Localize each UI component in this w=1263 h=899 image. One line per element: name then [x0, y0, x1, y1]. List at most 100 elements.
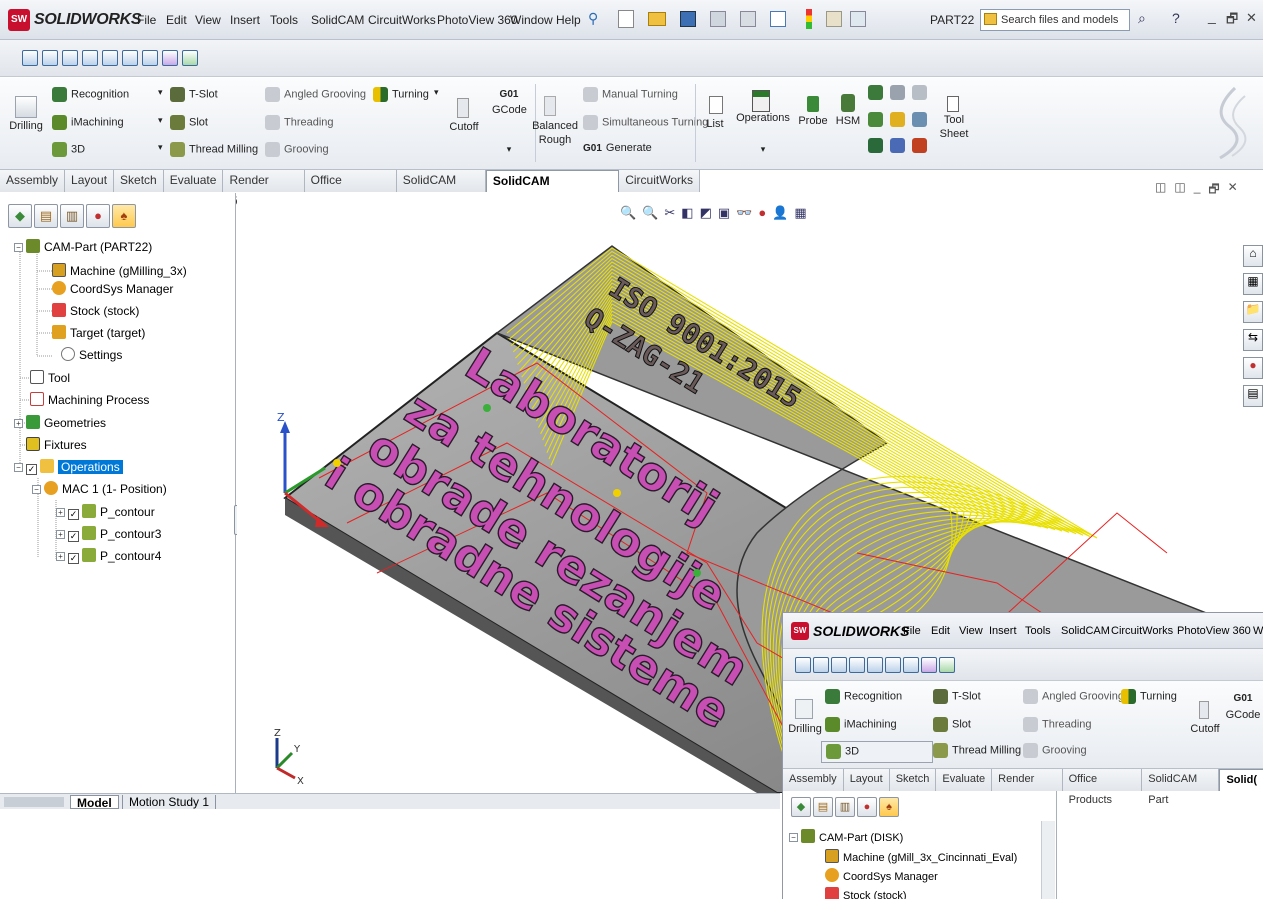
inset-recognition-button[interactable]: Recognition: [825, 689, 902, 704]
library-icon[interactable]: ▦: [1243, 273, 1263, 295]
toolbar-icon-8[interactable]: [162, 50, 178, 66]
tab-circuitworks[interactable]: CircuitWorks: [619, 170, 700, 192]
tab-scroll-arrows-icon[interactable]: [4, 797, 64, 807]
print-icon[interactable]: [710, 11, 726, 27]
toolbar-icon-7[interactable]: [142, 50, 158, 66]
drilling-icon[interactable]: [15, 96, 37, 118]
select-arrow-icon[interactable]: [770, 11, 786, 27]
inset-tree-root[interactable]: − CAM-Part (DISK): [789, 829, 903, 847]
options-icon[interactable]: [826, 11, 842, 27]
property-manager-tab-icon[interactable]: ▤: [813, 797, 833, 817]
op-icon-f[interactable]: [912, 112, 927, 127]
customize-icon[interactable]: [850, 11, 866, 27]
toolbar-icon-9[interactable]: [182, 50, 198, 66]
solidcam-tab-icon[interactable]: ♠: [112, 204, 136, 228]
manual-turning-button[interactable]: Manual Turning: [583, 87, 678, 102]
inset-menu-circuitworks[interactable]: CircuitWorks: [1111, 625, 1173, 637]
op-icon-b[interactable]: [890, 85, 905, 100]
tool-label[interactable]: Tool: [934, 114, 974, 126]
inset-tab-layout[interactable]: Layout: [843, 769, 890, 791]
menu-solidcam[interactable]: SolidCAM: [311, 13, 364, 27]
help-icon[interactable]: ?: [1172, 10, 1180, 26]
expand-icon[interactable]: +: [56, 552, 65, 561]
3d-button[interactable]: 3D: [52, 142, 85, 157]
inset-toolbar-icon[interactable]: [903, 657, 919, 673]
collapse-icon[interactable]: −: [32, 485, 41, 494]
inset-toolbar-icon[interactable]: [795, 657, 811, 673]
configuration-tab-icon[interactable]: ▥: [60, 204, 84, 228]
tab-sketch[interactable]: Sketch: [114, 170, 164, 192]
appearances-icon[interactable]: ●: [1243, 357, 1263, 379]
close-icon[interactable]: ✕: [1246, 10, 1257, 26]
inset-3d-button[interactable]: 3D: [821, 741, 933, 763]
property-manager-tab-icon[interactable]: ▤: [34, 204, 58, 228]
imachining-button[interactable]: iMachining: [52, 115, 124, 130]
checkbox[interactable]: ✓: [26, 464, 37, 475]
menu-insert[interactable]: Insert: [230, 13, 260, 27]
restore-icon[interactable]: 🗗: [1226, 10, 1238, 32]
balanced-label[interactable]: Balanced: [530, 120, 580, 132]
inset-cutoff-icon[interactable]: [1199, 701, 1209, 719]
inset-threading-button[interactable]: Threading: [1023, 717, 1092, 732]
appearance-tab-icon[interactable]: ●: [857, 797, 877, 817]
inset-tree-item-machine[interactable]: Machine (gMill_3x_Cincinnati_Eval): [825, 849, 1017, 867]
sheet-label[interactable]: Sheet: [934, 128, 974, 140]
dropdown-icon[interactable]: ▾: [158, 142, 163, 153]
threading-button[interactable]: Threading: [265, 115, 334, 130]
inset-imachining-button[interactable]: iMachining: [825, 717, 897, 732]
new-file-icon[interactable]: [618, 10, 634, 28]
generate-button[interactable]: G01 Generate: [583, 142, 652, 154]
view-orientation-icon[interactable]: ◩: [700, 205, 712, 221]
inset-tree-item-stock[interactable]: Stock (stock): [825, 887, 907, 899]
display-style-icon[interactable]: ▣: [718, 205, 730, 221]
section-view-icon[interactable]: ◧: [681, 205, 693, 221]
home-icon[interactable]: ⌂: [1243, 245, 1263, 267]
tree-item-operations[interactable]: − ✓ Operations: [14, 458, 123, 476]
inset-cutoff-button[interactable]: Cutoff: [1187, 723, 1223, 735]
tree-item-fixtures[interactable]: Fixtures: [26, 436, 87, 454]
pin-icon[interactable]: ⚲: [588, 10, 604, 28]
tree-item-mac[interactable]: − MAC 1 (1- Position): [32, 480, 167, 498]
tree-root[interactable]: − CAM-Part (PART22): [14, 238, 152, 256]
menu-photoview[interactable]: PhotoView 360: [437, 13, 518, 27]
inset-toolbar-icon[interactable]: [867, 657, 883, 673]
tab-render-tools[interactable]: Render Tools: [223, 170, 305, 208]
simultaneous-turning-button[interactable]: Simultaneous Turning: [583, 115, 708, 130]
slot-button[interactable]: Slot: [170, 115, 208, 130]
hide-show-items-icon[interactable]: 👓: [736, 205, 752, 221]
tile-icon[interactable]: ◫: [1155, 180, 1166, 201]
gcode-button[interactable]: GCode: [492, 104, 527, 116]
cutoff-button[interactable]: Cutoff: [447, 121, 481, 133]
tab-model[interactable]: Model: [70, 795, 119, 810]
checkbox[interactable]: ✓: [68, 553, 79, 564]
dropdown-icon[interactable]: ▾: [158, 115, 163, 126]
op-icon-h[interactable]: [890, 138, 905, 153]
toolbar-icon-1[interactable]: [22, 50, 38, 66]
op-icon-a[interactable]: [868, 85, 883, 100]
probe-icon[interactable]: [807, 96, 819, 112]
inset-menu-insert[interactable]: Insert: [989, 625, 1017, 637]
collapse-icon[interactable]: −: [789, 833, 798, 842]
zoom-to-area-icon[interactable]: 🔍: [642, 205, 658, 221]
tab-evaluate[interactable]: Evaluate: [163, 170, 224, 192]
traffic-light-icon[interactable]: [806, 9, 812, 29]
tree-item-op-3[interactable]: + ✓ P_contour4: [56, 547, 161, 565]
inset-toolbar-icon[interactable]: [885, 657, 901, 673]
tab-layout[interactable]: Layout: [65, 170, 115, 192]
op-icon-e[interactable]: [890, 112, 905, 127]
previous-view-icon[interactable]: ✂: [664, 205, 675, 221]
inset-toolbar-icon[interactable]: [813, 657, 829, 673]
tree-item-tool[interactable]: Tool: [30, 369, 70, 387]
inset-drilling-icon[interactable]: [795, 699, 813, 719]
minimize-icon[interactable]: _: [1194, 180, 1201, 201]
apply-scene-icon[interactable]: 👤: [772, 205, 788, 221]
solidcam-tab-icon[interactable]: ♠: [879, 797, 899, 817]
dropdown-icon[interactable]: ▾: [158, 87, 163, 98]
collapse-icon[interactable]: −: [14, 243, 23, 252]
inset-tab-sketch[interactable]: Sketch: [889, 769, 937, 791]
save-icon[interactable]: [680, 11, 696, 27]
view-palette-icon[interactable]: ⇆: [1243, 329, 1263, 351]
toolbar-icon-6[interactable]: [122, 50, 138, 66]
gcode-dropdown-icon[interactable]: ▾: [492, 144, 526, 155]
collapse-icon[interactable]: −: [14, 463, 23, 472]
